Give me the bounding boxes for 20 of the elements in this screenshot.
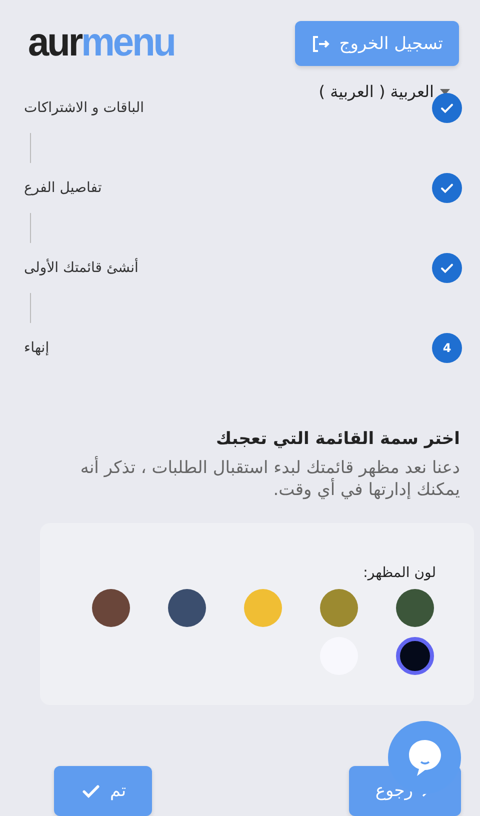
language-select[interactable]: العربية ( العربية ) xyxy=(318,82,450,101)
color-swatch[interactable] xyxy=(244,589,282,627)
step-label: الباقات و الاشتراكات xyxy=(24,100,144,116)
step-label: تفاصيل الفرع xyxy=(24,180,102,196)
logout-icon xyxy=(311,34,332,54)
color-swatch[interactable] xyxy=(396,637,434,675)
section-title: اختر سمة القائمة التي تعجبك xyxy=(215,429,460,449)
logout-button[interactable]: تسجيل الخروج xyxy=(295,21,459,66)
color-label: لون المظهر: xyxy=(362,565,436,581)
step-label: أنشئ قائمتك الأولى xyxy=(24,260,138,276)
color-swatch[interactable] xyxy=(396,589,434,627)
color-swatch[interactable] xyxy=(320,589,358,627)
done-button[interactable]: تم xyxy=(54,766,152,816)
color-swatch[interactable] xyxy=(168,589,206,627)
logo: aurmenu xyxy=(28,20,174,66)
step-label: إنهاء xyxy=(24,340,50,356)
step-number: 4 xyxy=(432,333,462,363)
color-swatch[interactable] xyxy=(92,589,130,627)
chat-icon xyxy=(406,738,442,778)
section-description: دعنا نعد مظهر قائمتك لبدء استقبال الطلبات ، تذكر أنه يمكنك إدارتها في أي وقت. xyxy=(79,457,460,501)
